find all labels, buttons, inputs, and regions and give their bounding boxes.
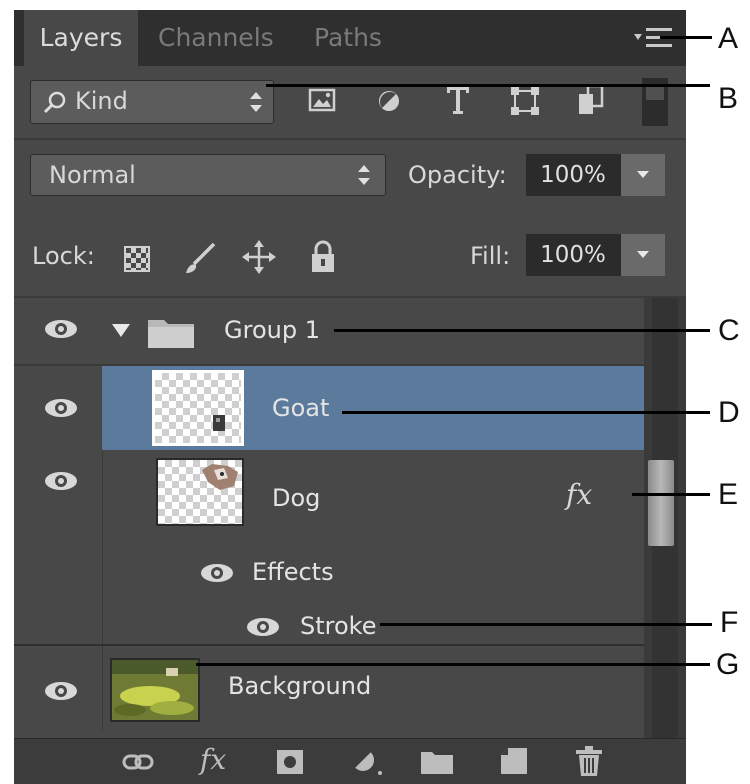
callout-letter-e: E — [718, 478, 739, 511]
callout-letter-d: D — [718, 396, 740, 429]
visibility-eye-icon[interactable] — [200, 562, 234, 584]
tab-channels[interactable]: Channels — [158, 10, 288, 66]
panel-tab-bar: Layers Channels Paths — [14, 10, 686, 66]
chevron-down-icon — [637, 251, 649, 258]
add-mask-icon[interactable] — [276, 749, 304, 775]
filter-shape-icon[interactable] — [510, 86, 540, 116]
callout-letter-f: F — [720, 606, 739, 639]
chevron-down-icon — [637, 171, 649, 178]
filter-kind-select[interactable]: Kind — [30, 80, 274, 124]
callout-line-e — [632, 493, 710, 496]
layer-name: Group 1 — [224, 316, 320, 344]
layer-thumbnail — [156, 458, 244, 526]
divider — [14, 138, 686, 140]
layer-row-goat[interactable]: Goat — [14, 366, 644, 450]
layer-name: Dog — [272, 484, 321, 512]
scrollbar-thumb[interactable] — [648, 460, 674, 546]
callout-letter-b: B — [718, 82, 739, 115]
visibility-eye-icon[interactable] — [44, 318, 78, 340]
layer-name: Goat — [272, 394, 330, 422]
folder-icon — [148, 320, 194, 348]
layer-row-group-1[interactable]: Group 1 — [14, 298, 644, 366]
layer-effects-fx-icon[interactable]: fx — [566, 478, 592, 511]
panel-footer: fx — [14, 738, 686, 784]
opacity-dropdown-button[interactable] — [620, 154, 665, 196]
search-icon — [43, 91, 66, 114]
lock-image-pixels-icon[interactable] — [182, 240, 218, 276]
filter-pixel-icon[interactable] — [308, 86, 336, 114]
layer-thumbnail — [152, 370, 244, 446]
layer-row-dog[interactable]: Dog fx Effects Stroke — [14, 450, 644, 646]
layer-name: Background — [228, 672, 372, 700]
expand-triangle-icon[interactable] — [112, 324, 130, 338]
blend-mode-value: Normal — [49, 161, 136, 189]
layers-panel: Layers Channels Paths Kind Normal Opacit… — [14, 10, 686, 784]
tab-layers[interactable]: Layers — [24, 10, 138, 66]
callout-line-g — [196, 663, 710, 666]
layers-list: Group 1 Goat Dog fx Effects Stroke Backg… — [14, 298, 686, 738]
new-group-folder-icon[interactable] — [420, 749, 454, 775]
fill-input[interactable]: 100% — [526, 234, 620, 276]
callout-letter-c: C — [718, 314, 740, 347]
lock-position-icon[interactable] — [242, 240, 276, 274]
filter-smart-object-icon[interactable] — [576, 84, 604, 116]
opacity-input[interactable]: 100% — [526, 154, 620, 196]
callout-letter-a: A — [718, 22, 739, 55]
filter-type-icon[interactable] — [444, 84, 472, 116]
callout-line-d — [342, 411, 710, 414]
dog-image-icon — [202, 464, 238, 490]
filter-kind-label: Kind — [75, 87, 128, 115]
fill-label: Fill: — [470, 242, 511, 270]
tab-paths[interactable]: Paths — [314, 10, 404, 66]
link-layers-icon[interactable] — [122, 753, 154, 771]
goat-image-icon — [213, 415, 225, 431]
callout-line-a — [660, 36, 712, 39]
layer-row-background[interactable]: Background — [14, 646, 644, 730]
callout-line-c — [334, 329, 710, 332]
updown-arrows-icon — [250, 92, 262, 112]
callout-line-b — [266, 84, 710, 87]
callout-letter-g: G — [716, 648, 740, 681]
visibility-eye-icon[interactable] — [44, 397, 78, 419]
visibility-eye-icon[interactable] — [246, 616, 280, 638]
trash-icon[interactable] — [574, 745, 604, 777]
lock-all-icon[interactable] — [310, 240, 336, 274]
filter-adjustment-icon[interactable] — [376, 88, 402, 114]
callout-line-f — [380, 623, 712, 626]
new-layer-icon[interactable] — [500, 747, 528, 775]
updown-arrows-icon — [358, 165, 370, 185]
new-adjustment-layer-icon[interactable] — [350, 747, 384, 777]
stroke-effect-label: Stroke — [300, 612, 377, 640]
add-layer-style-fx-icon[interactable]: fx — [200, 743, 226, 776]
visibility-eye-icon[interactable] — [44, 680, 78, 702]
visibility-eye-icon[interactable] — [44, 470, 78, 492]
effects-label: Effects — [252, 558, 334, 586]
fill-dropdown-button[interactable] — [620, 234, 665, 276]
background-thumbnail — [110, 658, 200, 722]
lock-label: Lock: — [32, 242, 95, 270]
scrollbar-track[interactable] — [644, 298, 686, 738]
opacity-label: Opacity: — [408, 161, 507, 189]
blend-mode-select[interactable]: Normal — [30, 154, 386, 196]
lock-transparent-pixels-icon[interactable] — [124, 246, 150, 272]
